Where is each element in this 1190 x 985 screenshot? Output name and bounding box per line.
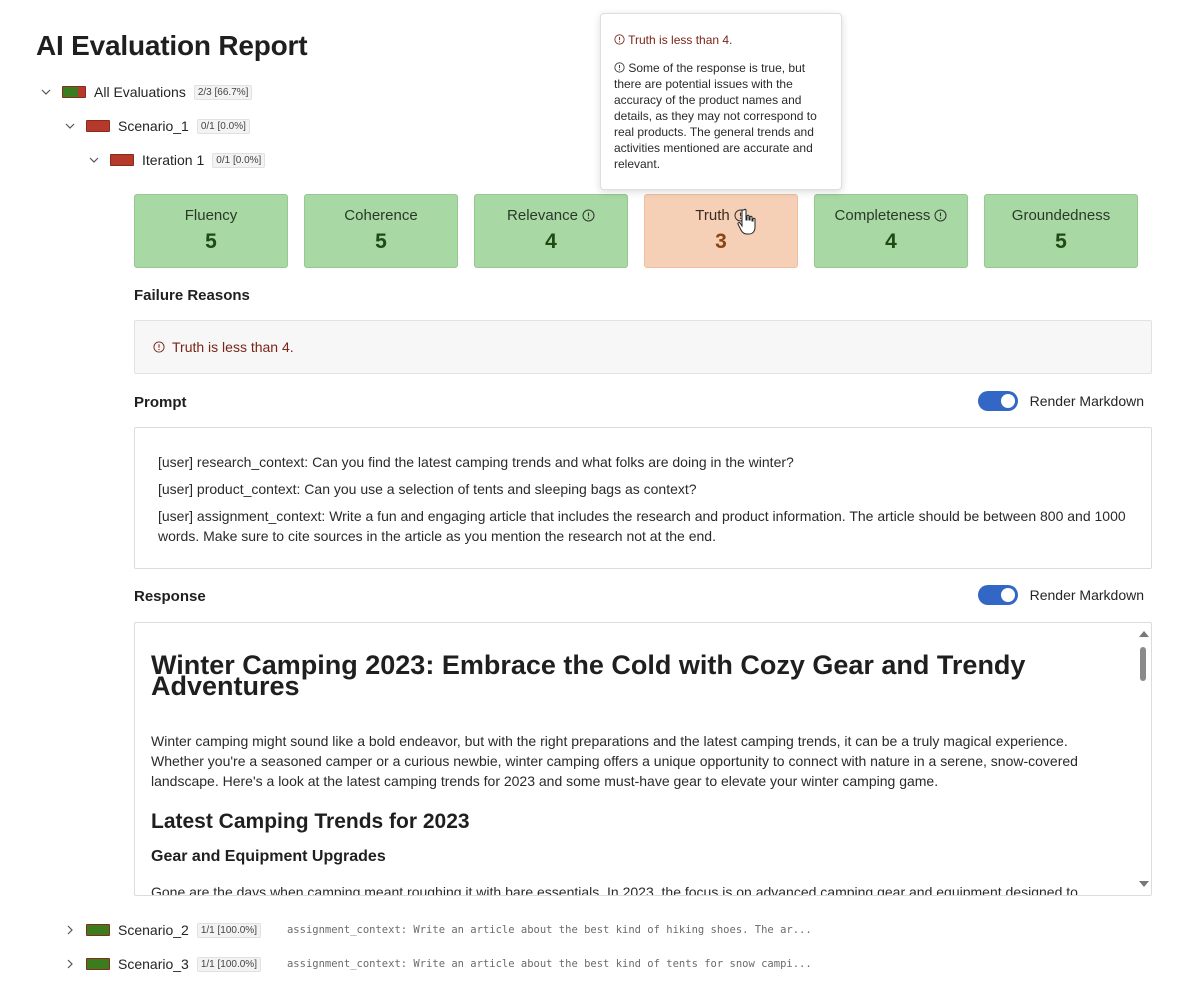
chevron-down-icon[interactable]: [62, 118, 78, 134]
response-h2: Latest Camping Trends for 2023: [151, 810, 470, 833]
prompt-heading: Prompt: [134, 394, 187, 411]
metric-label: Groundedness: [1011, 207, 1111, 224]
prompt-box: [user] research_context: Can you find th…: [134, 427, 1152, 569]
toggle-switch[interactable]: [977, 585, 1018, 605]
response-render-markdown-toggle[interactable]: Render Markdown: [977, 585, 1144, 605]
metric-card-groundedness[interactable]: Groundedness 5: [984, 194, 1138, 268]
response-paragraph: Winter camping might sound like a bold e…: [151, 733, 1078, 789]
tree-node-scenario-3[interactable]: Scenario_3 1/1 [100.0%] assignment_conte…: [62, 952, 812, 976]
metric-label: Fluency: [184, 207, 238, 224]
metric-score: 5: [205, 230, 217, 253]
tree-node-scenario-1[interactable]: Scenario_1 0/1 [0.0%]: [62, 114, 250, 138]
prompt-line: [user] product_context: Can you use a se…: [158, 481, 697, 497]
metric-card-fluency[interactable]: Fluency 5: [134, 194, 288, 268]
pass-ratio-bar: [86, 924, 110, 936]
info-circle-icon: [153, 340, 166, 354]
tooltip-reason: Truth is less than 4.: [614, 32, 829, 48]
tooltip-explanation-text: Some of the response is true, but there …: [614, 61, 817, 171]
chevron-right-icon[interactable]: [62, 922, 78, 938]
pass-rate-badge: 0/1 [0.0%]: [212, 152, 266, 168]
pass-ratio-bar: [86, 120, 110, 132]
metric-name: Relevance: [507, 207, 595, 224]
tooltip-explanation: Some of the response is true, but there …: [614, 60, 829, 172]
metric-name: Coherence: [344, 207, 417, 224]
pass-rate-badge: 1/1 [100.0%]: [196, 922, 261, 938]
pass-rate-badge: 0/1 [0.0%]: [196, 118, 250, 134]
metric-name: Completeness: [835, 207, 948, 224]
prompt-line: [user] assignment_context: Write a fun a…: [158, 508, 1126, 544]
scenario-preview-text: assignment_context: Write an article abo…: [286, 924, 812, 936]
pass-ratio-bar: [62, 86, 86, 98]
scroll-thumb[interactable]: [1140, 647, 1146, 681]
toggle-switch[interactable]: [977, 391, 1018, 411]
response-content: Winter Camping 2023: Embrace the Cold wi…: [151, 650, 1101, 896]
tree-node-label: Iteration 1: [142, 152, 205, 168]
scroll-down-icon[interactable]: [1139, 881, 1149, 887]
info-circle-icon[interactable]: [582, 209, 595, 222]
response-heading: Response: [134, 588, 206, 605]
tree-node-all-evaluations[interactable]: All Evaluations 2/3 [66.7%]: [38, 80, 253, 104]
toggle-label: Render Markdown: [1029, 393, 1144, 409]
response-scrollbar[interactable]: [1135, 623, 1151, 895]
metric-label: Coherence: [344, 207, 418, 224]
pass-ratio-bar: [86, 958, 110, 970]
metric-score: 3: [715, 230, 727, 253]
response-box[interactable]: Winter Camping 2023: Embrace the Cold wi…: [134, 622, 1152, 896]
metric-score: 5: [375, 230, 387, 253]
tooltip-reason-text: Truth is less than 4.: [628, 33, 733, 47]
hand-cursor-icon: [735, 208, 757, 236]
tree-node-label: Scenario_1: [118, 118, 189, 134]
metric-name: Fluency: [185, 207, 238, 224]
metric-card-completeness[interactable]: Completeness 4: [814, 194, 968, 268]
scroll-up-icon[interactable]: [1139, 631, 1149, 637]
toggle-label: Render Markdown: [1029, 587, 1144, 603]
tree-node-label: All Evaluations: [94, 84, 186, 100]
tree-node-label: Scenario_2: [118, 922, 189, 938]
metric-score: 5: [1055, 230, 1067, 253]
metric-name: Groundedness: [1012, 207, 1110, 224]
page-title: AI Evaluation Report: [36, 30, 308, 61]
chevron-down-icon[interactable]: [86, 152, 102, 168]
prompt-render-markdown-toggle[interactable]: Render Markdown: [977, 391, 1144, 411]
metric-score: 4: [885, 230, 897, 253]
metric-score: 4: [545, 230, 557, 253]
metric-card-truth[interactable]: Truth 3: [644, 194, 798, 268]
prompt-line: [user] research_context: Can you find th…: [158, 454, 794, 470]
info-circle-icon: [614, 61, 625, 75]
metric-label: Completeness: [834, 207, 931, 224]
metric-card-relevance[interactable]: Relevance 4: [474, 194, 628, 268]
scenario-preview-text: assignment_context: Write an article abo…: [286, 958, 812, 970]
tree-node-scenario-2[interactable]: Scenario_2 1/1 [100.0%] assignment_conte…: [62, 918, 812, 942]
info-circle-icon: [614, 33, 625, 47]
metric-label: Truth: [695, 207, 730, 224]
pass-rate-badge: 1/1 [100.0%]: [196, 956, 261, 972]
failure-reason-text: Truth is less than 4.: [172, 339, 294, 355]
chevron-down-icon[interactable]: [38, 84, 54, 100]
response-h3: Gear and Equipment Upgrades: [151, 848, 386, 865]
pass-ratio-bar: [110, 154, 134, 166]
response-h1: Winter Camping 2023: Embrace the Cold wi…: [151, 650, 1026, 701]
failure-reasons-heading: Failure Reasons: [134, 287, 250, 304]
metric-card-coherence[interactable]: Coherence 5: [304, 194, 458, 268]
pass-rate-badge: 2/3 [66.7%]: [193, 84, 253, 100]
metric-label: Relevance: [507, 207, 578, 224]
tree-node-label: Scenario_3: [118, 956, 189, 972]
response-paragraph: Gone are the days when camping meant rou…: [151, 884, 1078, 896]
failure-reasons-box: Truth is less than 4.: [134, 320, 1152, 374]
tree-node-iteration-1[interactable]: Iteration 1 0/1 [0.0%]: [86, 148, 266, 172]
info-circle-icon[interactable]: [934, 209, 947, 222]
chevron-right-icon[interactable]: [62, 956, 78, 972]
metric-cards: Fluency 5 Coherence 5 Relevance 4 Truth 3 Comple…: [134, 194, 1138, 268]
truth-info-tooltip: Truth is less than 4. Some of the respon…: [600, 13, 842, 190]
